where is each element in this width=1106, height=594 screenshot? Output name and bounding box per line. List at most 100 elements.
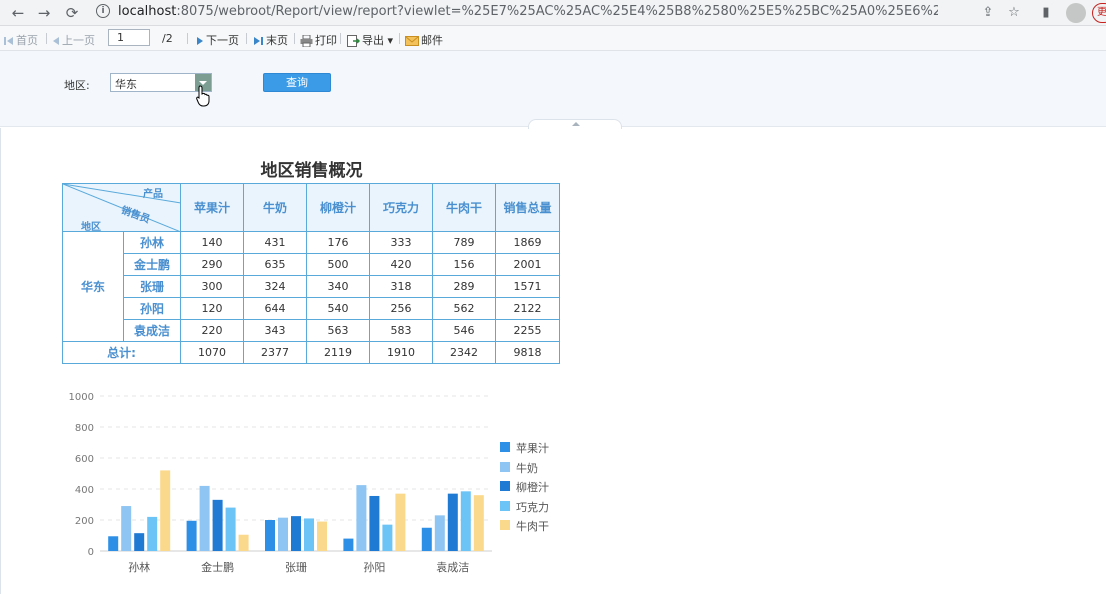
value-cell: 156 (432, 253, 496, 276)
value-cell: 540 (306, 297, 370, 320)
total-cell: 2255 (495, 319, 560, 342)
total-cell: 1869 (495, 231, 560, 254)
table-row: 张珊 300 324 340 318 289 1571 (63, 275, 560, 298)
corner-region-label: 地区 (81, 222, 101, 233)
y-tick-label: 1000 (69, 392, 94, 403)
last-page-icon (254, 37, 263, 45)
print-button[interactable]: 打印 (300, 32, 337, 48)
total-cell: 2122 (495, 297, 560, 320)
report-title: 地区销售概况 (260, 161, 363, 181)
value-cell: 256 (369, 297, 433, 320)
bar (160, 470, 171, 551)
region-label: 地区: (64, 79, 90, 92)
bar (304, 518, 314, 551)
content-border (0, 128, 1, 594)
first-page-button[interactable]: 首页 (4, 32, 38, 48)
value-cell: 176 (306, 231, 370, 254)
y-tick-label: 600 (75, 454, 94, 465)
export-icon (347, 35, 360, 47)
bar (212, 499, 223, 551)
value-cell: 290 (180, 253, 244, 276)
value-cell: 420 (369, 253, 433, 276)
export-button[interactable]: 导出 ▾ (347, 32, 393, 48)
x-tick-label: 张珊 (285, 561, 307, 574)
bar (434, 515, 445, 551)
y-tick-label: 800 (75, 423, 94, 434)
bookmark-star-icon[interactable]: ☆ (1004, 3, 1024, 23)
page-number-input[interactable]: 1 (108, 29, 150, 46)
bar (238, 534, 249, 551)
parameter-pane: 地区: 华东 查询 (0, 51, 1106, 127)
total-cell: 1910 (369, 341, 433, 364)
toolbar-divider (340, 33, 341, 44)
site-info-icon[interactable]: i (96, 4, 110, 18)
table-header-row: 产品 销售员 地区 苹果汁 牛奶 柳橙汁 巧克力 牛肉干 销售总量 (62, 183, 560, 233)
column-header: 苹果汁 (180, 183, 244, 232)
y-tick-label: 0 (88, 547, 94, 558)
bar (447, 493, 458, 551)
mail-button[interactable]: 邮件 (405, 32, 443, 48)
total-cell: 2342 (432, 341, 496, 364)
share-icon[interactable]: ⇪ (978, 3, 998, 23)
address-url[interactable]: localhost:8075/webroot/Report/view/repor… (118, 4, 938, 19)
side-panel-icon[interactable]: ▮ (1036, 3, 1056, 23)
legend-label: 牛奶 (516, 461, 538, 475)
bar (382, 524, 393, 551)
value-cell: 318 (369, 275, 433, 298)
total-cell: 1070 (180, 341, 244, 364)
bar (343, 538, 354, 551)
salesman-cell: 张珊 (123, 275, 181, 298)
page-total: /2 (162, 32, 173, 45)
last-page-button[interactable]: 末页 (253, 32, 288, 48)
corner-product-label: 产品 (143, 189, 163, 200)
y-tick-label: 200 (75, 516, 94, 527)
x-tick-label: 金士鹏 (201, 560, 234, 574)
value-cell: 300 (180, 275, 244, 298)
bar (265, 520, 275, 551)
sales-bar-chart: 0 200 400 600 800 1000 孙林 金士鹏 张珊 孙阳 袁成洁 (69, 392, 492, 574)
x-tick-label: 孙阳 (363, 561, 385, 574)
bar (369, 495, 380, 551)
update-button[interactable]: 更 (1092, 3, 1106, 23)
total-cell: 2119 (306, 341, 370, 364)
total-cell: 9818 (495, 341, 560, 364)
collapse-pane-toggle[interactable] (528, 119, 622, 129)
hand-cursor-icon (196, 85, 210, 107)
legend-swatch (500, 461, 510, 472)
value-cell: 500 (306, 253, 370, 276)
address-bar[interactable]: i localhost:8075/webroot/Report/view/rep… (90, 1, 966, 23)
report-toolbar: 首页 上一页 1 /2 下一页 末页 打印 导出 ▾ 邮件 (0, 26, 1106, 51)
query-button[interactable]: 查询 (263, 73, 331, 92)
value-cell: 220 (180, 319, 244, 342)
value-cell: 431 (243, 231, 307, 254)
browser-toolbar: ← → ⟳ i localhost:8075/webroot/Report/vi… (0, 0, 1106, 26)
value-cell: 546 (432, 319, 496, 342)
column-header: 销售总量 (495, 183, 560, 232)
next-page-button[interactable]: 下一页 (196, 32, 239, 48)
bar (121, 506, 132, 551)
table-row: 袁成洁 220 343 563 583 546 2255 (63, 319, 560, 342)
legend-swatch (500, 500, 510, 511)
legend-label: 柳橙汁 (516, 481, 549, 494)
forward-icon[interactable]: → (34, 3, 54, 23)
reload-icon[interactable]: ⟳ (62, 3, 82, 23)
bar (186, 520, 197, 551)
value-cell: 140 (180, 231, 244, 254)
prev-page-button[interactable]: 上一页 (52, 32, 95, 48)
toolbar-divider (187, 33, 188, 44)
value-cell: 324 (243, 275, 307, 298)
profile-avatar[interactable] (1066, 3, 1086, 23)
bar (291, 516, 301, 551)
first-page-icon (4, 37, 13, 45)
toolbar-divider (46, 33, 47, 44)
value-cell: 563 (306, 319, 370, 342)
table-row: 孙阳 120 644 540 256 562 2122 (63, 297, 560, 320)
value-cell: 644 (243, 297, 307, 320)
value-cell: 120 (180, 297, 244, 320)
back-icon[interactable]: ← (8, 3, 28, 23)
mail-icon (405, 36, 419, 46)
bar (460, 491, 471, 551)
x-tick-label: 袁成洁 (436, 561, 469, 574)
bar (395, 493, 406, 551)
value-cell: 562 (432, 297, 496, 320)
